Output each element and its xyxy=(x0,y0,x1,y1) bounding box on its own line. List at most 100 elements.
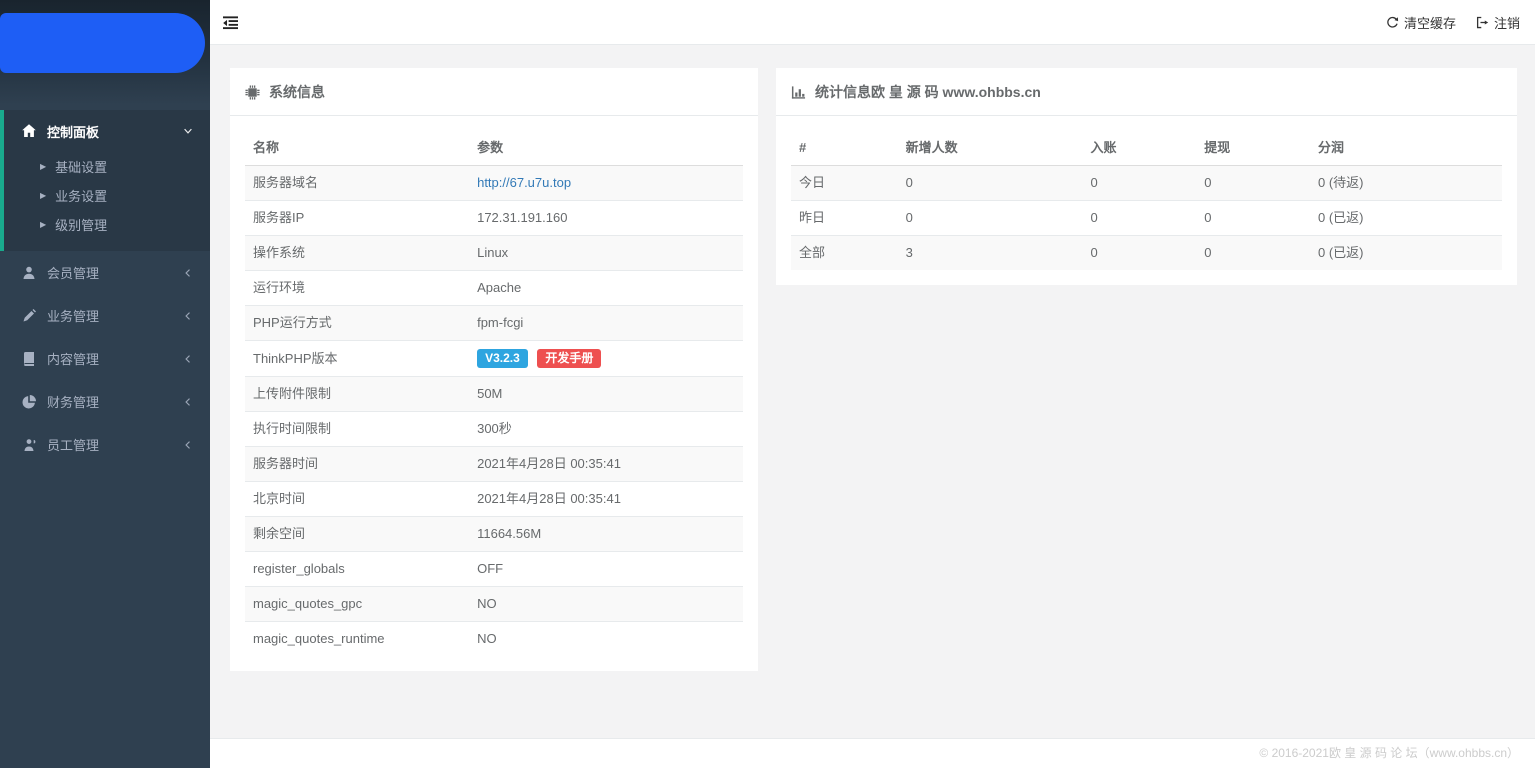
system-info-card: 系统信息 名称 参数 xyxy=(230,68,758,671)
logout-button[interactable]: 注销 xyxy=(1476,13,1520,32)
stats-cell: 3 xyxy=(898,236,1083,271)
row-value: http://67.u7u.top xyxy=(469,166,743,201)
stats-col-new-users: 新增人数 xyxy=(898,131,1083,166)
chevron-down-icon xyxy=(182,125,194,137)
sidebar-item-content[interactable]: 内容管理 xyxy=(0,337,210,380)
submenu-label: 业务设置 xyxy=(55,186,107,205)
sidebar-item-label: 财务管理 xyxy=(47,392,99,411)
stats-col-withdraw: 提现 xyxy=(1196,131,1310,166)
dev-manual-badge[interactable]: 开发手册 xyxy=(537,349,601,368)
table-row: register_globals OFF xyxy=(245,552,743,587)
user-icon xyxy=(21,265,38,281)
table-row: magic_quotes_gpc NO xyxy=(245,587,743,622)
stats-cell: 0 xyxy=(898,201,1083,236)
sidebar-item-staff[interactable]: 员工管理 xyxy=(0,423,210,466)
sidebar-subitem-level-management[interactable]: ▶ 级别管理 xyxy=(4,210,210,239)
table-row: 全部 3 0 0 0 (已返) xyxy=(791,236,1502,271)
caret-right-icon: ▶ xyxy=(40,192,46,200)
row-value: 2021年4月28日 00:35:41 xyxy=(469,482,743,517)
chip-icon xyxy=(245,85,260,100)
sidebar-item-label: 会员管理 xyxy=(47,263,99,282)
bar-chart-icon xyxy=(791,85,806,100)
clear-cache-button[interactable]: 清空缓存 xyxy=(1386,13,1456,32)
chevron-left-icon xyxy=(182,396,194,408)
stats-cell: 0 (已返) xyxy=(1310,201,1502,236)
navbar-right: 清空缓存 注销 xyxy=(1386,13,1520,32)
sidebar-toggle-icon[interactable] xyxy=(223,15,238,30)
server-domain-link[interactable]: http://67.u7u.top xyxy=(477,175,571,190)
stats-card: 统计信息欧 皇 源 码 www.ohbbs.cn # 新增人数 入账 提现 xyxy=(776,68,1517,285)
home-icon xyxy=(21,123,38,139)
stats-cell: 昨日 xyxy=(791,201,898,236)
sidebar-subitem-basic-settings[interactable]: ▶ 基础设置 xyxy=(4,152,210,181)
table-row: 运行环境 Apache xyxy=(245,271,743,306)
row-label: 操作系统 xyxy=(245,236,469,271)
system-info-title: 系统信息 xyxy=(269,82,325,102)
table-row: 服务器域名 http://67.u7u.top xyxy=(245,166,743,201)
table-row: 服务器IP 172.31.191.160 xyxy=(245,201,743,236)
sidebar-item-label: 控制面板 xyxy=(47,122,99,141)
stats-title: 统计信息欧 皇 源 码 www.ohbbs.cn xyxy=(815,82,1041,102)
row-label: 北京时间 xyxy=(245,482,469,517)
stats-col-profit: 分润 xyxy=(1310,131,1502,166)
sidebar-item-members[interactable]: 会员管理 xyxy=(0,251,210,294)
refresh-icon xyxy=(1386,16,1399,29)
pen-icon xyxy=(21,308,38,324)
row-label: 服务器域名 xyxy=(245,166,469,201)
row-label: 上传附件限制 xyxy=(245,377,469,412)
table-row: 执行时间限制 300秒 xyxy=(245,412,743,447)
stats-cell: 0 (已返) xyxy=(1310,236,1502,271)
sign-out-icon xyxy=(1476,16,1489,29)
logout-label: 注销 xyxy=(1494,13,1520,32)
row-label: 服务器时间 xyxy=(245,447,469,482)
sidebar-item-business[interactable]: 业务管理 xyxy=(0,294,210,337)
caret-right-icon: ▶ xyxy=(40,221,46,229)
stats-col-income: 入账 xyxy=(1083,131,1197,166)
row-label: ThinkPHP版本 xyxy=(245,341,469,377)
row-value: fpm-fcgi xyxy=(469,306,743,341)
sidebar-item-label: 业务管理 xyxy=(47,306,99,325)
sidebar-menu: 控制面板 ▶ 基础设置 ▶ 业务设置 ▶ xyxy=(0,105,210,466)
sidebar-item-finance[interactable]: 财务管理 xyxy=(0,380,210,423)
thinkphp-version-badge[interactable]: V3.2.3 xyxy=(477,349,528,368)
chevron-left-icon xyxy=(182,439,194,451)
stats-cell: 今日 xyxy=(791,166,898,201)
sidebar-item-dashboard[interactable]: 控制面板 xyxy=(4,110,210,152)
chevron-left-icon xyxy=(182,267,194,279)
sidebar-item-label: 内容管理 xyxy=(47,349,99,368)
stats-cell: 0 xyxy=(1083,201,1197,236)
logo xyxy=(0,13,205,73)
row-label: 运行环境 xyxy=(245,271,469,306)
top-navbar: 清空缓存 注销 xyxy=(210,0,1535,45)
row-value: 300秒 xyxy=(469,412,743,447)
row-value: 172.31.191.160 xyxy=(469,201,743,236)
row-label: register_globals xyxy=(245,552,469,587)
table-row: 昨日 0 0 0 0 (已返) xyxy=(791,201,1502,236)
table-row: 操作系统 Linux xyxy=(245,236,743,271)
chevron-left-icon xyxy=(182,310,194,322)
row-label: magic_quotes_gpc xyxy=(245,587,469,622)
row-label: 执行时间限制 xyxy=(245,412,469,447)
submenu-label: 基础设置 xyxy=(55,157,107,176)
stats-cell: 0 xyxy=(898,166,1083,201)
row-label: 服务器IP xyxy=(245,201,469,236)
stats-cell: 0 xyxy=(1196,201,1310,236)
system-info-table: 名称 参数 服务器域名 http://67.u7u.top xyxy=(245,131,743,656)
stats-col-hash: # xyxy=(791,131,898,166)
table-row: 剩余空间 11664.56M xyxy=(245,517,743,552)
dashboard-submenu: ▶ 基础设置 ▶ 业务设置 ▶ 级别管理 xyxy=(4,152,210,251)
row-value: 11664.56M xyxy=(469,517,743,552)
sidebar: 控制面板 ▶ 基础设置 ▶ 业务设置 ▶ xyxy=(0,0,210,768)
column-header-name: 名称 xyxy=(245,131,469,166)
table-row: 上传附件限制 50M xyxy=(245,377,743,412)
stats-cell: 0 xyxy=(1083,236,1197,271)
sidebar-subitem-business-settings[interactable]: ▶ 业务设置 xyxy=(4,181,210,210)
stats-cell: 0 xyxy=(1083,166,1197,201)
page-footer: © 2016-2021欧 皇 源 码 论 坛（www.ohbbs.cn） xyxy=(210,738,1535,768)
row-label: 剩余空间 xyxy=(245,517,469,552)
logo-area xyxy=(0,0,210,105)
table-row: PHP运行方式 fpm-fcgi xyxy=(245,306,743,341)
pie-chart-icon xyxy=(21,394,38,410)
row-value: Linux xyxy=(469,236,743,271)
row-value: Apache xyxy=(469,271,743,306)
